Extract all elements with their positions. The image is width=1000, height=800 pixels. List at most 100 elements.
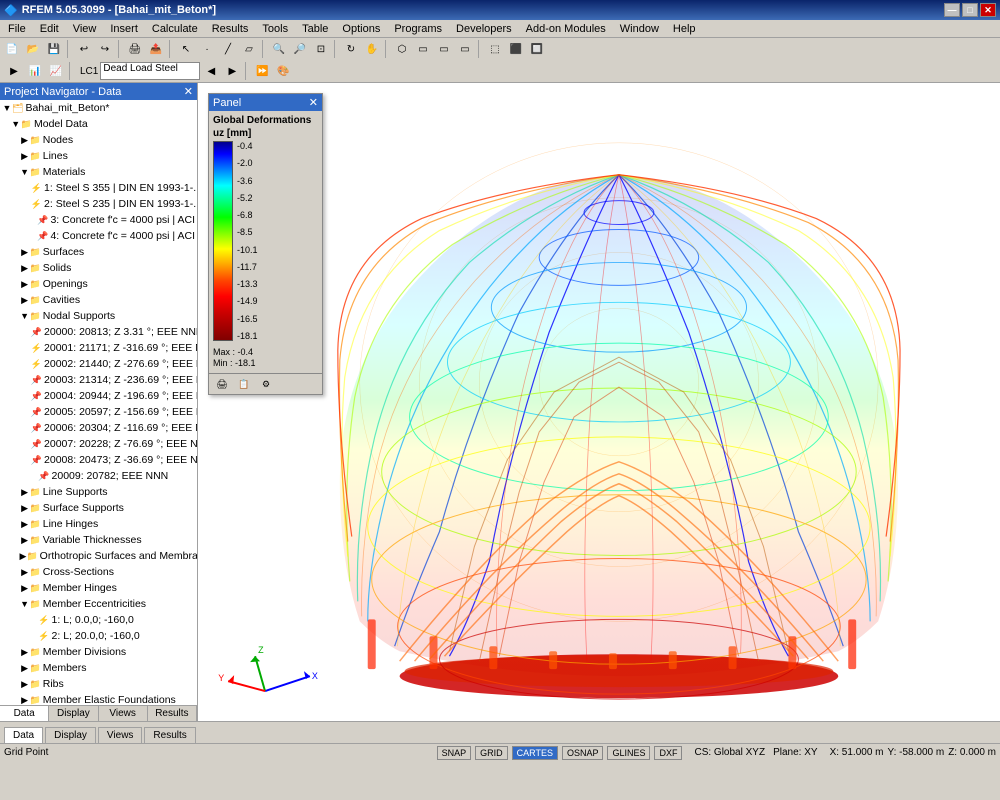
- tree-item[interactable]: ▶📁Surfaces: [0, 244, 197, 260]
- tree-item[interactable]: ⚡20001: 21171; Z -316.69 °; EEE N: [0, 340, 197, 356]
- tb-pan[interactable]: ✋: [362, 39, 382, 59]
- tree-item[interactable]: ▶📁Cross-Sections: [0, 564, 197, 580]
- tree-item[interactable]: ⚡1: L; 0.0,0; -160,0: [0, 612, 197, 628]
- tb-zoom-out[interactable]: 🔎: [290, 39, 310, 59]
- tb-deform[interactable]: 📈: [46, 61, 66, 81]
- menu-options[interactable]: Options: [336, 22, 386, 36]
- tree-item[interactable]: ▼📁Member Eccentricities: [0, 596, 197, 612]
- tree-item[interactable]: ▼📁Materials: [0, 164, 197, 180]
- tree-item[interactable]: ▶📁Line Hinges: [0, 516, 197, 532]
- sidebar-tree[interactable]: ▼🗂Bahai_mit_Beton* ▼📁Model Data ▶📁Nodes …: [0, 100, 197, 705]
- panel-btn-1[interactable]: 🖨: [213, 376, 231, 392]
- menu-tools[interactable]: Tools: [256, 22, 294, 36]
- tree-item[interactable]: 📌20005: 20597; Z -156.69 °; EEE N: [0, 404, 197, 420]
- tb-results[interactable]: 📊: [25, 61, 45, 81]
- menu-table[interactable]: Table: [296, 22, 334, 36]
- menu-file[interactable]: File: [2, 22, 32, 36]
- tree-item[interactable]: 📌3: Concrete f'c = 4000 psi | ACI: [0, 212, 197, 228]
- tb-run[interactable]: ▶: [4, 61, 24, 81]
- tab-views[interactable]: Views: [98, 727, 143, 743]
- menu-help[interactable]: Help: [667, 22, 702, 36]
- tb-zoom-in[interactable]: 🔍: [269, 39, 289, 59]
- tree-item[interactable]: ⚡20002: 21440; Z -276.69 °; EEE N: [0, 356, 197, 372]
- tree-item[interactable]: ▶📁Member Hinges: [0, 580, 197, 596]
- panel-header[interactable]: Panel ✕: [209, 94, 322, 111]
- menu-edit[interactable]: Edit: [34, 22, 65, 36]
- glines-button[interactable]: GLINES: [607, 746, 650, 760]
- sidebar-tab-results[interactable]: Results: [148, 706, 197, 721]
- tb-top[interactable]: ▭: [434, 39, 454, 59]
- viewport[interactable]: X Z Y Panel ✕ Global Deformations uz [mm…: [198, 83, 1000, 721]
- panel-close-button[interactable]: ✕: [309, 96, 318, 109]
- tree-item[interactable]: 📌20000: 20813; Z 3.31 °; EEE NNN: [0, 324, 197, 340]
- tree-item[interactable]: ▶📁Orthotropic Surfaces and Membra: [0, 548, 197, 564]
- tree-item[interactable]: ▶📁Solids: [0, 260, 197, 276]
- tb-solid[interactable]: ⬛: [506, 39, 526, 59]
- menu-view[interactable]: View: [67, 22, 103, 36]
- sidebar-tab-data[interactable]: Data: [0, 706, 49, 721]
- tb-nav-next[interactable]: ▶: [222, 61, 242, 81]
- sidebar-close-button[interactable]: ✕: [184, 85, 193, 98]
- tree-item[interactable]: 📌20004: 20944; Z -196.69 °; EEE N: [0, 388, 197, 404]
- tree-item[interactable]: ▼📁Model Data: [0, 116, 197, 132]
- dxf-button[interactable]: DXF: [654, 746, 682, 760]
- tab-data[interactable]: Data: [4, 727, 43, 743]
- tree-item[interactable]: ▶📁Cavities: [0, 292, 197, 308]
- menu-developers[interactable]: Developers: [450, 22, 518, 36]
- tb-graphic[interactable]: 🎨: [273, 61, 293, 81]
- tree-item[interactable]: 📌20003: 21314; Z -236.69 °; EEE N: [0, 372, 197, 388]
- panel-btn-2[interactable]: 📋: [235, 376, 253, 392]
- tb-wire[interactable]: ⬚: [485, 39, 505, 59]
- tree-item[interactable]: 📌20009: 20782; EEE NNN: [0, 468, 197, 484]
- tb-rotate[interactable]: ↻: [341, 39, 361, 59]
- tree-item[interactable]: ▶📁Surface Supports: [0, 500, 197, 516]
- sidebar-tab-display[interactable]: Display: [49, 706, 98, 721]
- tree-item[interactable]: 📌20008: 20473; Z -36.69 °; EEE NI: [0, 452, 197, 468]
- tree-item[interactable]: ▶📁Line Supports: [0, 484, 197, 500]
- tb-open[interactable]: 📂: [23, 39, 43, 59]
- minimize-button[interactable]: —: [944, 3, 960, 17]
- tree-item[interactable]: ⚡1: Steel S 355 | DIN EN 1993-1-...: [0, 180, 197, 196]
- tree-item[interactable]: 📌4: Concrete f'c = 4000 psi | ACI: [0, 228, 197, 244]
- tab-results[interactable]: Results: [144, 727, 195, 743]
- tb-nav-prev[interactable]: ◀: [201, 61, 221, 81]
- tree-item[interactable]: ▶📁Ribs: [0, 676, 197, 692]
- tb-fit[interactable]: ⊡: [311, 39, 331, 59]
- tb-export[interactable]: 📤: [146, 39, 166, 59]
- tree-item[interactable]: 📌20007: 20228; Z -76.69 °; EEE NI: [0, 436, 197, 452]
- tree-item[interactable]: ⚡2: L; 20.0,0; -160,0: [0, 628, 197, 644]
- tb-select[interactable]: ↖: [176, 39, 196, 59]
- cartes-button[interactable]: CARTES: [512, 746, 558, 760]
- tb-surface[interactable]: ▱: [239, 39, 259, 59]
- tb-undo[interactable]: ↩: [74, 39, 94, 59]
- tree-item[interactable]: ▼📁Nodal Supports: [0, 308, 197, 324]
- tb-save[interactable]: 💾: [44, 39, 64, 59]
- tb-node[interactable]: ·: [197, 39, 217, 59]
- panel-btn-3[interactable]: ⚙: [257, 376, 275, 392]
- tree-item[interactable]: ▶📁Variable Thicknesses: [0, 532, 197, 548]
- maximize-button[interactable]: □: [962, 3, 978, 17]
- menu-addons[interactable]: Add-on Modules: [520, 22, 612, 36]
- tab-display[interactable]: Display: [45, 727, 96, 743]
- tree-item[interactable]: ▼🗂Bahai_mit_Beton*: [0, 100, 197, 116]
- close-button[interactable]: ✕: [980, 3, 996, 17]
- osnap-button[interactable]: OSNAP: [562, 746, 604, 760]
- tb-line[interactable]: ╱: [218, 39, 238, 59]
- tree-item[interactable]: ▶📁Member Divisions: [0, 644, 197, 660]
- tree-item[interactable]: ▶📁Lines: [0, 148, 197, 164]
- tree-item[interactable]: 📌20006: 20304; Z -116.69 °; EEE N: [0, 420, 197, 436]
- grid-button[interactable]: GRID: [475, 746, 508, 760]
- tb-animate[interactable]: ⏩: [252, 61, 272, 81]
- sidebar-tab-views[interactable]: Views: [99, 706, 148, 721]
- menu-insert[interactable]: Insert: [104, 22, 144, 36]
- menu-results[interactable]: Results: [206, 22, 255, 36]
- lc-select[interactable]: Dead Load Steel: [100, 62, 200, 80]
- snap-button[interactable]: SNAP: [437, 746, 472, 760]
- tb-iso[interactable]: ⬡: [392, 39, 412, 59]
- tb-shade[interactable]: 🔲: [527, 39, 547, 59]
- tb-front[interactable]: ▭: [413, 39, 433, 59]
- tb-redo[interactable]: ↪: [95, 39, 115, 59]
- tb-print[interactable]: 🖨: [125, 39, 145, 59]
- tb-right[interactable]: ▭: [455, 39, 475, 59]
- tree-item[interactable]: ▶📁Members: [0, 660, 197, 676]
